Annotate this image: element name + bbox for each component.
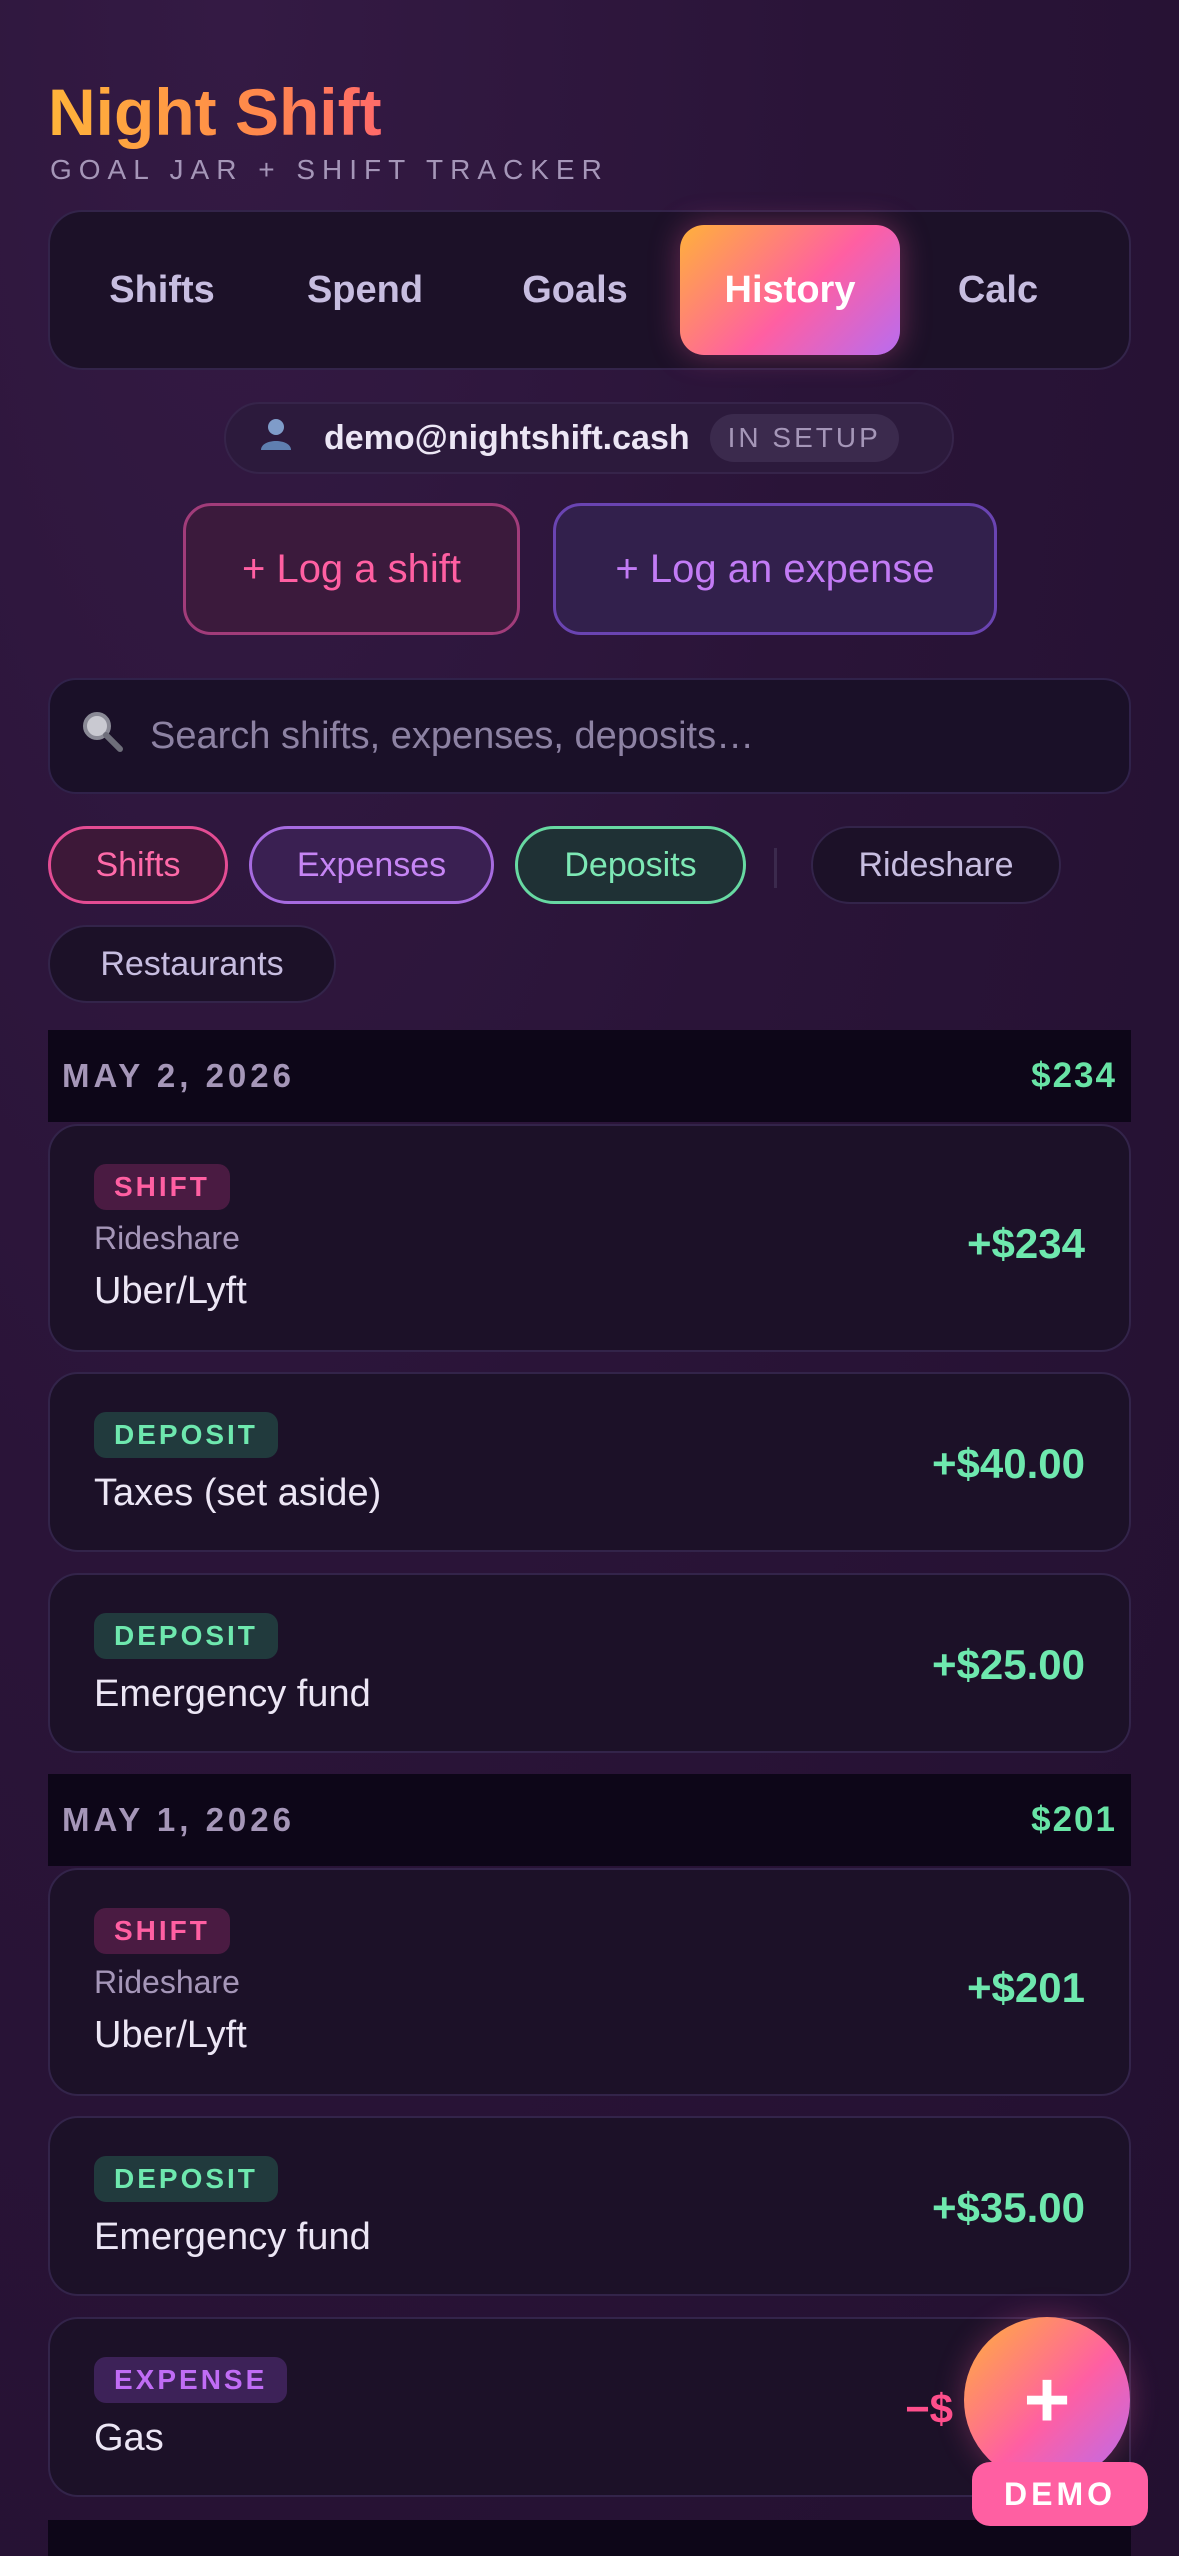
entry-title: Emergency fund	[94, 1673, 371, 1715]
entry-title: Uber/Lyft	[94, 1270, 247, 1312]
filter-chip-rideshare[interactable]: Rideshare	[811, 826, 1061, 904]
entry-type-badge: DEPOSIT	[94, 1412, 278, 1458]
plus-icon: +	[1023, 2355, 1071, 2444]
search-icon	[80, 709, 138, 763]
tab-calc[interactable]: Calc	[900, 225, 1096, 355]
entry-type-badge: DEPOSIT	[94, 2156, 278, 2202]
entry-amount: −$	[905, 2385, 953, 2432]
tab-goals[interactable]: Goals	[470, 225, 680, 355]
log-expense-button[interactable]: + Log an expense	[553, 503, 997, 635]
entry-title: Taxes (set aside)	[94, 1472, 382, 1514]
user-email: demo@nightshift.cash	[324, 418, 690, 457]
filter-chip-expenses[interactable]: Expenses	[249, 826, 494, 904]
add-entry-fab[interactable]: +	[964, 2317, 1130, 2483]
entry-title: Emergency fund	[94, 2216, 371, 2258]
user-icon	[258, 416, 308, 461]
day-date: MAY 1, 2026	[62, 1801, 295, 1838]
day-total: $234	[1031, 1056, 1117, 1095]
account-pill[interactable]: demo@nightshift.cash IN SETUP	[224, 402, 954, 474]
app-subtitle: GOAL JAR + SHIFT TRACKER	[50, 154, 609, 185]
entry-type-badge: SHIFT	[94, 1164, 230, 1210]
entry-amount: +$234	[967, 1220, 1085, 1267]
history-entry[interactable]: DEPOSIT Taxes (set aside) +$40.00	[48, 1372, 1131, 1552]
entry-amount: +$40.00	[932, 1440, 1085, 1487]
entry-type-badge: SHIFT	[94, 1908, 230, 1954]
day-total: $201	[1031, 1800, 1117, 1839]
history-entry[interactable]: SHIFT Rideshare Uber/Lyft +$234	[48, 1124, 1131, 1352]
history-entry[interactable]: DEPOSIT Emergency fund +$25.00	[48, 1573, 1131, 1753]
tab-spend[interactable]: Spend	[260, 225, 470, 355]
entry-category: Rideshare	[94, 1964, 240, 2000]
setup-status-badge: IN SETUP	[709, 414, 899, 462]
history-entry[interactable]: SHIFT Rideshare Uber/Lyft +$201	[48, 1868, 1131, 2096]
day-header: MAY 2, 2026 $234	[48, 1030, 1131, 1122]
search-input[interactable]: Search shifts, expenses, deposits…	[150, 715, 754, 758]
day-header: MAY 1, 2026 $201	[48, 1774, 1131, 1866]
entry-category: Rideshare	[94, 1220, 240, 1256]
filter-chip-restaurants[interactable]: Restaurants	[48, 925, 336, 1003]
log-shift-button[interactable]: + Log a shift	[183, 503, 520, 635]
entry-title: Gas	[94, 2417, 164, 2459]
entry-amount: +$25.00	[932, 1641, 1085, 1688]
day-date: MAY 2, 2026	[62, 1057, 295, 1094]
search-bar[interactable]: Search shifts, expenses, deposits…	[48, 678, 1131, 794]
filter-divider	[774, 848, 777, 888]
app-title: Night Shift	[48, 72, 382, 152]
entry-amount: +$35.00	[932, 2184, 1085, 2231]
tab-shifts[interactable]: Shifts	[64, 225, 260, 355]
entry-title: Uber/Lyft	[94, 2014, 247, 2056]
filter-chip-shifts[interactable]: Shifts	[48, 826, 228, 904]
entry-type-badge: EXPENSE	[94, 2357, 288, 2403]
next-day-header	[48, 2520, 1131, 2556]
history-entry[interactable]: DEPOSIT Emergency fund +$35.00	[48, 2116, 1131, 2296]
main-tabs: Shifts Spend Goals History Calc	[48, 210, 1131, 370]
filter-chip-deposits[interactable]: Deposits	[515, 826, 746, 904]
tab-history[interactable]: History	[680, 225, 900, 355]
entry-amount: +$201	[967, 1964, 1085, 2011]
entry-type-badge: DEPOSIT	[94, 1613, 278, 1659]
demo-badge: DEMO	[972, 2462, 1148, 2526]
